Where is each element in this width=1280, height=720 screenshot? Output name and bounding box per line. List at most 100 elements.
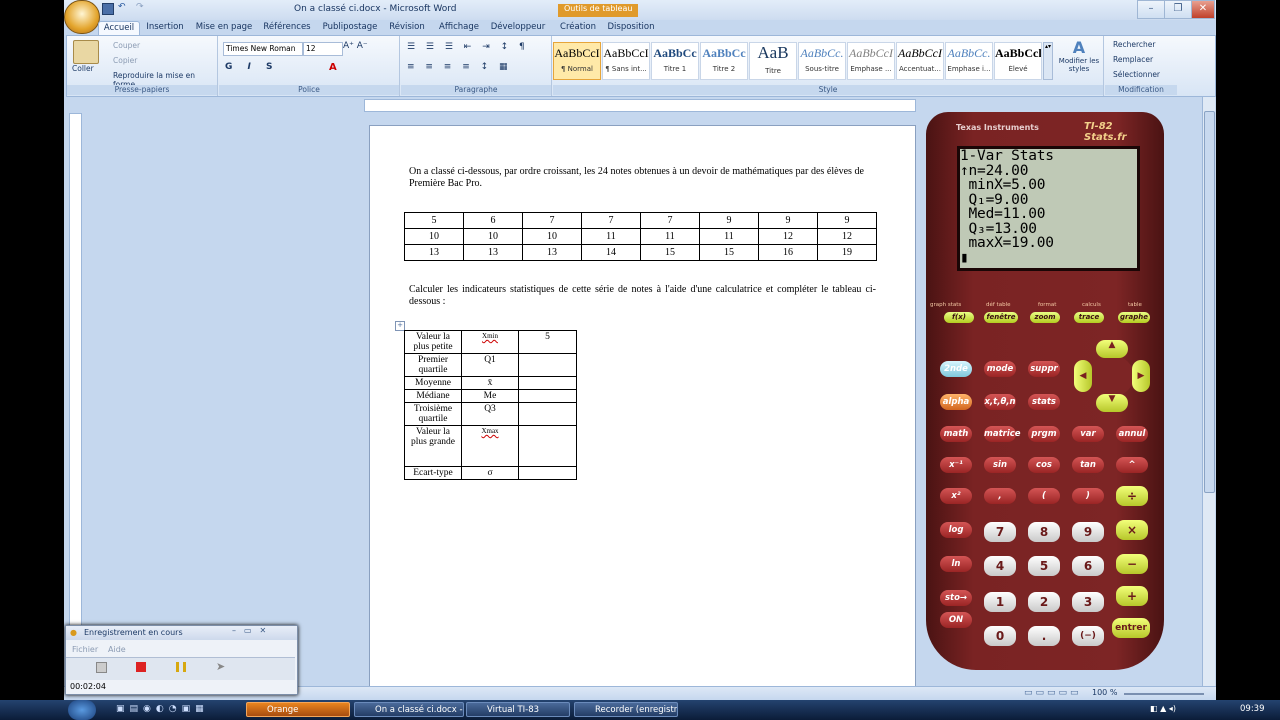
table-cell[interactable]: 19 <box>817 244 877 261</box>
table-cell[interactable]: 10 <box>463 228 523 245</box>
styles-scroll-icon[interactable]: ▴▾ <box>1043 42 1053 80</box>
modify-styles-button[interactable]: A Modifier les styles <box>1057 38 1101 82</box>
minimize-button[interactable]: – <box>1137 0 1165 19</box>
font-color-icon[interactable]: A <box>329 62 337 73</box>
key-power[interactable]: ^ <box>1116 457 1148 473</box>
key-8[interactable]: 8 <box>1028 522 1060 542</box>
table-cell[interactable]: 13 <box>404 244 464 261</box>
key-6[interactable]: 6 <box>1072 556 1104 576</box>
row-symbol[interactable]: Xmin <box>461 330 519 354</box>
key-comma[interactable]: , <box>984 488 1016 504</box>
table-cell[interactable]: 9 <box>817 212 877 229</box>
quick-launch-icons[interactable]: ▣▤◉◐◔▣▦ <box>116 704 209 714</box>
key-close-paren[interactable]: ) <box>1072 488 1104 504</box>
row-label[interactable]: Ecart-type <box>404 466 462 480</box>
select-button[interactable]: Sélectionner <box>1113 70 1160 79</box>
key-log[interactable]: log <box>940 522 972 538</box>
style-accentuation[interactable]: AaBbCcI Accentuat... <box>896 42 944 80</box>
key-1[interactable]: 1 <box>984 592 1016 612</box>
zoom-level[interactable]: 100 % <box>1092 688 1117 697</box>
row-value[interactable] <box>518 402 577 426</box>
row-label[interactable]: Troisième quartile <box>404 402 462 426</box>
style-titre1[interactable]: AaBbCc Titre 1 <box>651 42 699 80</box>
tab-affichage[interactable]: Affichage <box>436 21 482 35</box>
key-math[interactable]: math <box>940 426 972 442</box>
replace-button[interactable]: Remplacer <box>1113 55 1153 64</box>
style-titre[interactable]: AaB Titre <box>749 42 797 80</box>
style-sous-titre[interactable]: AaBbCc. Sous-titre <box>798 42 846 80</box>
pause-icon[interactable] <box>176 662 186 672</box>
key-entrer[interactable]: entrer <box>1112 618 1150 638</box>
close-button[interactable]: ✕ <box>1191 0 1215 19</box>
key-on[interactable]: ON <box>940 612 972 628</box>
dpad[interactable]: ▲ ▼ ◀ ▶ <box>1074 340 1150 412</box>
recorder-window-controls[interactable]: –▭✕ <box>232 626 274 635</box>
font-size-select[interactable]: 12 <box>303 42 343 56</box>
grow-shrink-font-icon[interactable]: A⁺ A⁻ <box>343 41 368 51</box>
row-value[interactable] <box>518 389 577 403</box>
vertical-ruler[interactable] <box>69 113 82 685</box>
key-suppr[interactable]: suppr <box>1028 361 1060 377</box>
tab-insertion[interactable]: Insertion <box>144 21 186 35</box>
row-value[interactable] <box>518 425 577 467</box>
key-xtn[interactable]: x,t,θ,n <box>984 394 1016 410</box>
quick-access-toolbar[interactable]: ↶ ↷ <box>102 2 162 17</box>
table-cell[interactable]: 7 <box>640 212 700 229</box>
style-normal[interactable]: AaBbCcI ¶ Normal <box>553 42 601 80</box>
key-zoom[interactable]: zoom <box>1030 312 1060 323</box>
find-button[interactable]: Rechercher <box>1113 40 1155 49</box>
key-fenetre[interactable]: fenêtre <box>984 312 1018 323</box>
key-9[interactable]: 9 <box>1072 522 1104 542</box>
key-minus[interactable]: − <box>1116 554 1148 574</box>
row-value[interactable]: 5 <box>518 330 577 354</box>
table-cell[interactable]: 7 <box>522 212 582 229</box>
key-inverse[interactable]: x⁻¹ <box>940 457 972 473</box>
key-square[interactable]: x² <box>940 488 972 504</box>
table-cell[interactable]: 10 <box>522 228 582 245</box>
key-prgm[interactable]: prgm <box>1028 426 1060 442</box>
task-recorder[interactable]: Recorder (enregistre... <box>574 702 678 717</box>
task-orange[interactable]: Orange <box>246 702 350 717</box>
key-divide[interactable]: ÷ <box>1116 486 1148 506</box>
task-virtual-ti[interactable]: Virtual TI-83 <box>466 702 570 717</box>
row-value[interactable] <box>518 376 577 390</box>
row-symbol[interactable]: σ <box>461 466 519 480</box>
row-label[interactable]: Moyenne <box>404 376 462 390</box>
row-value[interactable] <box>518 466 577 480</box>
key-stats[interactable]: stats <box>1028 394 1060 410</box>
table-cell[interactable]: 11 <box>640 228 700 245</box>
key-cos[interactable]: cos <box>1028 457 1060 473</box>
key-sin[interactable]: sin <box>984 457 1016 473</box>
tab-accueil[interactable]: Accueil <box>98 21 140 36</box>
key-4[interactable]: 4 <box>984 556 1016 576</box>
document-page[interactable]: On a classé ci-dessous, par ordre croiss… <box>369 125 916 700</box>
key-negative[interactable]: (−) <box>1072 626 1104 646</box>
redo-icon[interactable]: ↷ <box>136 2 144 12</box>
scrollbar-thumb[interactable] <box>1204 111 1215 493</box>
style-emphase-intense[interactable]: AaBbCc. Emphase i... <box>945 42 993 80</box>
style-emphase-pale[interactable]: AaBbCcI Emphase ... <box>847 42 895 80</box>
copy-button[interactable]: Copier <box>113 56 137 65</box>
undo-icon[interactable]: ↶ <box>118 2 126 12</box>
tab-publipostage[interactable]: Publipostage <box>322 21 378 35</box>
table-cell[interactable]: 7 <box>581 212 641 229</box>
row-symbol[interactable]: x̄ <box>461 376 519 390</box>
key-mode[interactable]: mode <box>984 361 1016 377</box>
row-label[interactable]: Valeur la plus petite <box>404 330 462 354</box>
key-7[interactable]: 7 <box>984 522 1016 542</box>
tab-disposition[interactable]: Disposition <box>606 21 656 35</box>
paste-button[interactable]: Coller <box>72 64 94 73</box>
style-titre2[interactable]: AaBbCc Titre 2 <box>700 42 748 80</box>
style-eleve[interactable]: AaBbCcl Élevé <box>994 42 1042 80</box>
table-cell[interactable]: 15 <box>699 244 759 261</box>
view-buttons-icon[interactable]: ▭▭▭▭▭ <box>1024 688 1082 698</box>
tab-creation[interactable]: Création <box>556 21 600 35</box>
tab-mise-en-page[interactable]: Mise en page <box>194 21 254 35</box>
key-0[interactable]: 0 <box>984 626 1016 646</box>
table-cell[interactable]: 9 <box>699 212 759 229</box>
list-buttons[interactable]: ☰ ☰ ☰ ⇤ ⇥ ↕ ¶ <box>407 42 529 52</box>
key-2[interactable]: 2 <box>1028 592 1060 612</box>
key-trace[interactable]: trace <box>1074 312 1104 323</box>
table-cell[interactable]: 6 <box>463 212 523 229</box>
tab-developpeur[interactable]: Développeur <box>490 21 546 35</box>
